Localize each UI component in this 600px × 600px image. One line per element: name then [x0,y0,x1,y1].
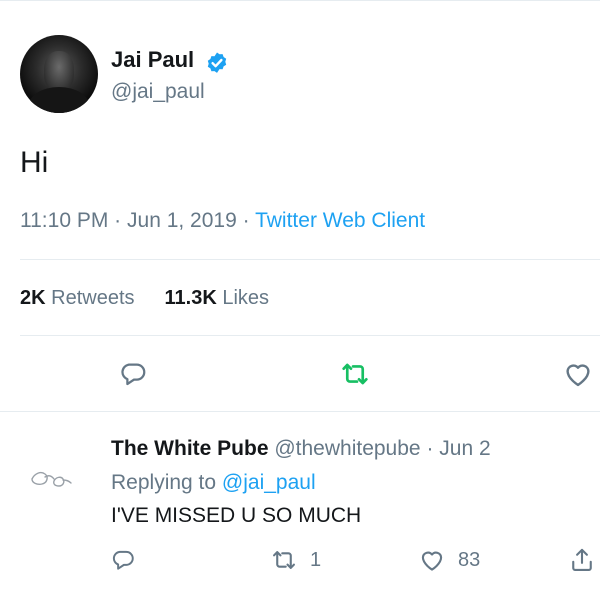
replying-to-mention[interactable]: @jai_paul [222,471,316,494]
meta-separator: · [242,209,250,232]
tweet-client-link[interactable]: Twitter Web Client [255,209,425,232]
reply-button[interactable] [116,357,150,391]
reply-author-avatar[interactable] [18,439,90,511]
heart-icon [421,551,443,571]
reply-icon [112,550,134,570]
like-button[interactable] [561,357,595,391]
divider [0,411,600,412]
tweet-timestamp-line: 11:10 PM · Jun 1, 2019 · Twitter Web Cli… [20,209,425,233]
reply-date[interactable]: Jun 2 [439,437,490,460]
reply-retweet-button[interactable]: 1 [270,546,321,574]
heart-icon [566,364,590,387]
tweet-text: Hi [20,146,49,179]
retweet-icon [342,363,368,385]
reply-header: The White Pube @thewhitepube · Jun 2 [111,437,491,461]
divider [20,335,600,336]
author-name[interactable]: Jai Paul [111,47,194,73]
retweet-icon [273,551,295,569]
reply-separator: · [426,437,434,460]
retweets-stat[interactable]: 2K Retweets [20,287,135,309]
likes-label: Likes [222,287,270,309]
tweet-stats: 2K Retweets 11.3K Likes [20,287,269,310]
tweet-date[interactable]: Jun 1, 2019 [127,209,237,232]
tweet-thread-view: Jai Paul @jai_paul Hi 11:10 PM · Jun 1, … [0,0,600,600]
reply-reply-button[interactable] [110,546,148,574]
glasses-doodle-icon [31,471,72,487]
reply-like-count: 83 [458,548,481,571]
retweet-button[interactable] [338,357,372,391]
reply-author-name[interactable]: The White Pube [111,437,269,460]
replying-to-label: Replying to [111,471,217,494]
reply-like-button[interactable]: 83 [418,546,480,574]
meta-separator: · [114,209,122,232]
reply-icon [121,363,146,386]
likes-stat[interactable]: 11.3K Likes [165,287,270,309]
tweet-time[interactable]: 11:10 PM [20,209,108,232]
share-icon [572,548,592,571]
divider [20,259,600,260]
retweets-label: Retweets [51,287,135,309]
verified-badge-icon [207,52,227,73]
reply-retweet-count: 1 [310,548,322,571]
likes-count: 11.3K [164,287,217,309]
author-handle[interactable]: @jai_paul [111,80,205,104]
avatar-shoulders [28,87,90,113]
avatar-face [44,51,74,91]
reply-share-button[interactable] [568,546,596,574]
reply-text: I'VE MISSED U SO MUCH [111,504,362,527]
reply-author-handle[interactable]: @thewhitepube [274,437,420,460]
replying-to-line: Replying to @jai_paul [111,471,316,495]
author-avatar[interactable] [20,35,98,113]
retweets-count: 2K [20,287,46,309]
